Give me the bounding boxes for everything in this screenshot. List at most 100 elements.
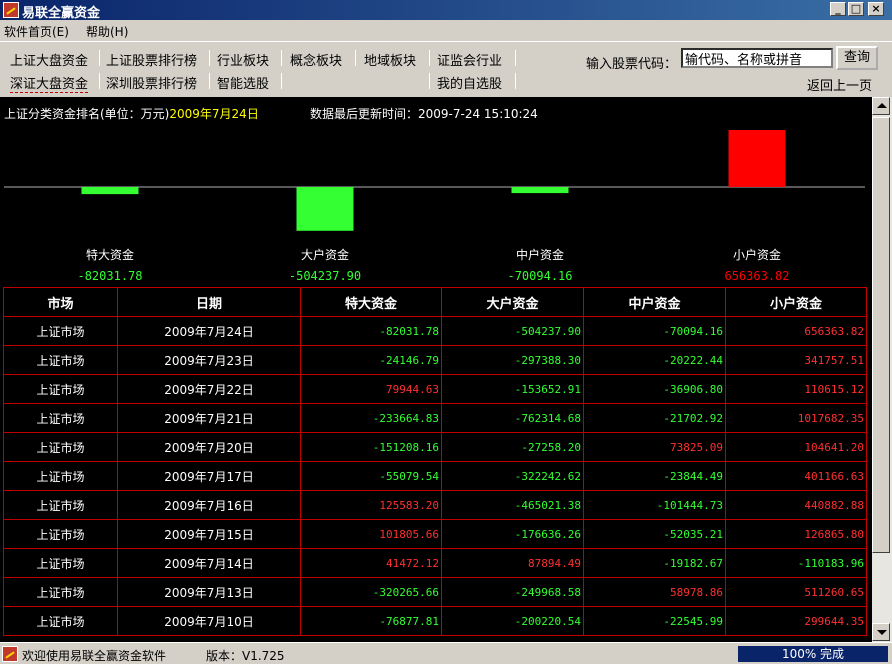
chart-bar-3	[728, 130, 786, 187]
status-message: 欢迎使用易联全赢资金软件	[22, 649, 167, 663]
nav-sh-stock-ranking[interactable]: 上证股票排行榜	[106, 50, 197, 69]
cell-date: 2009年7月15日	[117, 519, 301, 549]
table-row[interactable]: 上证市场 2009年7月13日 -320265.66 -249968.58 58978.…	[3, 577, 867, 607]
nav-csrc-industry[interactable]: 证监会行业	[437, 50, 502, 69]
nav-concept-sector[interactable]: 概念板块	[290, 50, 342, 69]
cell-medium: -21702.92	[583, 403, 726, 433]
nav-separator	[429, 50, 430, 66]
scroll-thumb[interactable]	[872, 117, 890, 553]
app-logo-icon	[3, 2, 19, 18]
scroll-down-button[interactable]	[872, 623, 890, 641]
cell-medium: -52035.21	[583, 519, 726, 549]
cell-date: 2009年7月14日	[117, 548, 301, 578]
nav-separator	[281, 50, 282, 66]
nav-separator	[515, 73, 516, 89]
table-row[interactable]: 上证市场 2009年7月20日 -151208.16 -27258.20 73825.0…	[3, 432, 867, 462]
menu-help[interactable]: 帮助(H)	[86, 23, 128, 40]
table-row[interactable]: 上证市场 2009年7月17日 -55079.54 -322242.62 -23844.…	[3, 461, 867, 491]
cell-market: 上证市场	[3, 316, 118, 346]
chart-category-label: 特大资金	[85, 248, 134, 262]
stock-code-input[interactable]	[681, 48, 833, 68]
chart-title-text: 上证分类资金排名(单位：万元)	[4, 107, 170, 121]
nav-separator	[355, 50, 356, 66]
status-bar: 欢迎使用易联全赢资金软件 版本：V1.725 100% 完成	[0, 642, 892, 664]
cell-medium: -22545.99	[583, 606, 726, 636]
chart-value-label: -504237.90	[288, 269, 362, 283]
cell-date: 2009年7月20日	[117, 432, 301, 462]
window-title: 易联全赢资金	[22, 6, 101, 21]
cell-large: -153652.91	[441, 374, 584, 404]
query-button[interactable]: 查询	[836, 46, 878, 70]
cell-small: 656363.82	[725, 316, 867, 346]
cell-medium: -70094.16	[583, 316, 726, 346]
cell-super-large: 41472.12	[300, 548, 442, 578]
table-row[interactable]: 上证市场 2009年7月15日 101805.66 -176636.26 -52035.…	[3, 519, 867, 549]
nav-region-sector[interactable]: 地域板块	[364, 50, 416, 69]
menu-bar: 软件首页(E) 帮助(H)	[0, 20, 892, 40]
cell-super-large: -76877.81	[300, 606, 442, 636]
nav-separator	[209, 50, 210, 66]
nav-smart-pick[interactable]: 智能选股	[217, 73, 269, 92]
cell-large: -27258.20	[441, 432, 584, 462]
cell-market: 上证市场	[3, 374, 118, 404]
cell-market: 上证市场	[3, 548, 118, 578]
col-header-small[interactable]: 小户资金	[725, 287, 867, 317]
chart-category-label: 大户资金	[300, 248, 349, 262]
cell-market: 上证市场	[3, 461, 118, 491]
nav-separator	[281, 73, 282, 89]
table-header-row: 市场 日期 特大资金 大户资金 中户资金 小户资金	[3, 287, 867, 317]
table-row[interactable]: 上证市场 2009年7月14日 41472.12 87894.49 -19182.67-…	[3, 548, 867, 578]
cell-large: -200220.54	[441, 606, 584, 636]
close-button[interactable]: ×	[868, 2, 884, 16]
cell-medium: -101444.73	[583, 490, 726, 520]
cell-medium: 73825.09	[583, 432, 726, 462]
title-bar: 易联全赢资金 _ □ ×	[0, 0, 892, 21]
cell-date: 2009年7月23日	[117, 345, 301, 375]
back-link[interactable]: 返回上一页	[807, 75, 872, 94]
nav-separator	[515, 50, 516, 66]
col-header-large[interactable]: 大户资金	[441, 287, 584, 317]
chart-bar-2	[511, 187, 569, 194]
cell-super-large: -151208.16	[300, 432, 442, 462]
col-header-super-large[interactable]: 特大资金	[300, 287, 442, 317]
table-row[interactable]: 上证市场 2009年7月22日 79944.63 -153652.91 -36906.8…	[3, 374, 867, 404]
nav-sz-market-fund[interactable]: 深证大盘资金	[10, 73, 89, 93]
app-logo-icon	[2, 646, 18, 662]
col-header-market[interactable]: 市场	[3, 287, 118, 317]
col-header-date[interactable]: 日期	[117, 287, 301, 317]
chart-category-label: 小户资金	[732, 248, 781, 262]
fund-table: 市场 日期 特大资金 大户资金 中户资金 小户资金 上证市场 2009年7月24日…	[3, 287, 867, 636]
cell-super-large: 79944.63	[300, 374, 442, 404]
cell-super-large: -55079.54	[300, 461, 442, 491]
nav-separator	[429, 73, 430, 89]
cell-medium: 58978.86	[583, 577, 726, 607]
cell-market: 上证市场	[3, 577, 118, 607]
cell-medium: -36906.80	[583, 374, 726, 404]
chart-bar-0	[81, 187, 139, 195]
fund-bar-chart	[4, 130, 865, 231]
cell-medium: -20222.44	[583, 345, 726, 375]
cell-super-large: 125583.20	[300, 490, 442, 520]
table-row[interactable]: 上证市场 2009年7月16日 125583.20 -465021.38 -101444…	[3, 490, 867, 520]
nav-my-watchlist[interactable]: 我的自选股	[437, 73, 502, 92]
update-time: 数据最后更新时间：2009-7-24 15:10:24	[310, 107, 538, 121]
cell-small: 401166.63	[725, 461, 867, 491]
cell-small: 126865.80	[725, 519, 867, 549]
nav-industry-sector[interactable]: 行业板块	[217, 50, 269, 69]
nav-sz-stock-ranking[interactable]: 深圳股票排行榜	[106, 73, 197, 92]
table-row[interactable]: 上证市场 2009年7月10日 -76877.81 -200220.54 -22545.…	[3, 606, 867, 636]
cell-small: 1017682.35	[725, 403, 867, 433]
nav-sh-market-fund[interactable]: 上证大盘资金	[10, 50, 88, 69]
minimize-button[interactable]: _	[830, 2, 846, 16]
cell-date: 2009年7月13日	[117, 577, 301, 607]
table-row[interactable]: 上证市场 2009年7月23日 -24146.79 -297388.30 -20222.…	[3, 345, 867, 375]
col-header-medium[interactable]: 中户资金	[583, 287, 726, 317]
menu-home[interactable]: 软件首页(E)	[4, 23, 69, 40]
vertical-scrollbar[interactable]	[872, 97, 892, 642]
toolbar: 上证大盘资金 上证股票排行榜 行业板块 概念板块 地域板块 证监会行业 深证大盘…	[0, 41, 892, 97]
chart-category-label: 中户资金	[515, 248, 564, 262]
maximize-button[interactable]: □	[848, 2, 864, 16]
table-row[interactable]: 上证市场 2009年7月24日 -82031.78 -504237.90 -70094.…	[3, 316, 867, 346]
scroll-up-button[interactable]	[872, 97, 890, 115]
table-row[interactable]: 上证市场 2009年7月21日 -233664.83 -762314.68 -21702…	[3, 403, 867, 433]
